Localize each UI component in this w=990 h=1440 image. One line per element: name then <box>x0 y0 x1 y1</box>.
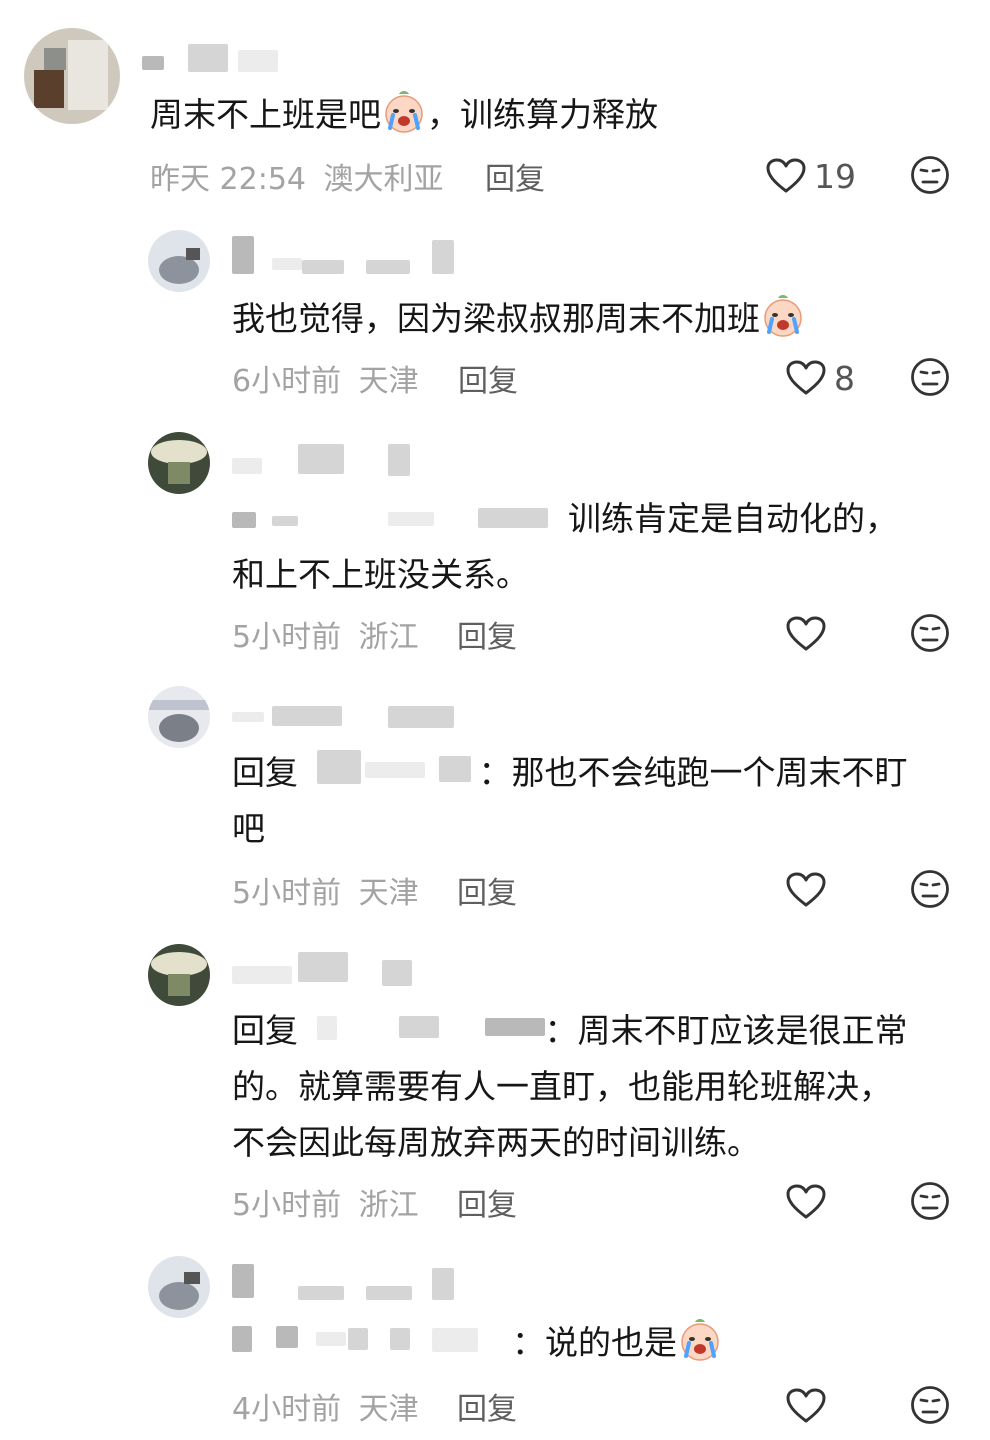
like-button[interactable] <box>786 614 826 654</box>
comment-text: ：说的也是 <box>232 1314 723 1371</box>
heart-outline-icon <box>786 360 826 396</box>
comment-text-line: 不会因此每周放弃两天的时间训练。 <box>232 1123 760 1162</box>
like-count: 19 <box>814 156 856 196</box>
timestamp: 昨天 22:54 <box>150 162 306 197</box>
neutral-face-icon[interactable] <box>910 869 950 909</box>
mention-redacted[interactable] <box>232 498 568 538</box>
reply-item: 回复 ：周末不盯应该是很正常 的。就算需要有人一直盯，也能用轮班解决， 不会因此… <box>0 944 990 1244</box>
reply-button[interactable]: 回复 <box>457 1180 517 1224</box>
reply-item: ：说的也是 4小时前 天津 回复 <box>0 1256 990 1436</box>
reply-button[interactable]: 回复 <box>457 1384 517 1428</box>
username-redacted[interactable] <box>142 40 322 80</box>
reply-item: 训练肯定是自动化的， 和上不上班没关系。 5小时前 浙江 回复 <box>0 432 990 672</box>
like-count: 8 <box>834 358 855 398</box>
reply-item: 我也觉得，因为梁叔叔那周末不加班 6小时前 天津 回复 8 <box>0 230 990 420</box>
username-redacted[interactable] <box>232 948 432 988</box>
comment-text: 周末不上班是吧 ，训练算力释放 <box>150 86 658 143</box>
comment-meta: 6小时前 天津 <box>232 356 419 400</box>
heart-outline-icon <box>786 1184 826 1220</box>
username-redacted[interactable] <box>232 236 492 276</box>
comment-text: 回复 ：那也不会纯跑一个周末不盯 <box>232 744 908 801</box>
neutral-face-icon[interactable] <box>910 1385 950 1425</box>
timestamp: 6小时前 <box>232 364 342 399</box>
comment-text: 回复 ：周末不盯应该是很正常 <box>232 1010 908 1050</box>
comment-item: 周末不上班是吧 ，训练算力释放 昨天 22:54 澳大利亚 回复 19 <box>0 28 990 228</box>
heart-outline-icon <box>786 616 826 652</box>
reply-prefix: 回复 <box>232 753 298 792</box>
avatar[interactable] <box>148 1256 210 1318</box>
location: 浙江 <box>358 1188 419 1223</box>
timestamp: 4小时前 <box>232 1392 342 1427</box>
crying-face-emoji <box>381 88 427 134</box>
reply-button[interactable]: 回复 <box>485 154 545 198</box>
location: 天津 <box>358 364 419 399</box>
comment-text: 我也觉得，因为梁叔叔那周末不加班 <box>232 290 806 347</box>
mention-redacted[interactable] <box>309 1010 545 1050</box>
avatar[interactable] <box>148 686 210 748</box>
neutral-face-icon[interactable] <box>910 613 950 653</box>
timestamp: 5小时前 <box>232 876 342 911</box>
username-redacted[interactable] <box>232 700 492 740</box>
comment-meta: 5小时前 浙江 <box>232 612 419 656</box>
mention-redacted[interactable] <box>309 750 479 792</box>
crying-face-emoji <box>677 1316 723 1362</box>
heart-outline-icon <box>786 872 826 908</box>
like-button[interactable]: 8 <box>786 358 855 398</box>
reply-button[interactable]: 回复 <box>458 356 518 400</box>
location: 澳大利亚 <box>323 162 444 197</box>
reply-item: 回复 ：那也不会纯跑一个周末不盯 吧 5小时前 天津 回复 <box>0 686 990 926</box>
avatar[interactable] <box>24 28 120 124</box>
mention-redacted[interactable] <box>232 1322 512 1362</box>
reply-prefix: 回复 <box>232 1011 298 1050</box>
like-button[interactable] <box>786 870 826 910</box>
comment-meta: 5小时前 浙江 <box>232 1180 419 1224</box>
username-redacted[interactable] <box>232 1264 492 1304</box>
heart-outline-icon <box>786 1388 826 1424</box>
neutral-face-icon[interactable] <box>910 1181 950 1221</box>
location: 天津 <box>358 1392 419 1427</box>
comment-meta: 4小时前 天津 <box>232 1384 419 1428</box>
comment-text-line: 和上不上班没关系。 <box>232 555 529 594</box>
like-button[interactable] <box>786 1386 826 1426</box>
like-button[interactable] <box>786 1182 826 1222</box>
comment-text: 训练肯定是自动化的， <box>232 490 898 547</box>
avatar[interactable] <box>148 944 210 1006</box>
reply-button[interactable]: 回复 <box>457 868 517 912</box>
timestamp: 5小时前 <box>232 620 342 655</box>
reply-button[interactable]: 回复 <box>457 612 517 656</box>
avatar[interactable] <box>148 432 210 494</box>
timestamp: 5小时前 <box>232 1188 342 1223</box>
location: 浙江 <box>358 620 419 655</box>
comment-text-line: 吧 <box>232 809 265 848</box>
username-redacted[interactable] <box>232 440 432 480</box>
neutral-face-icon[interactable] <box>910 357 950 397</box>
comment-meta: 5小时前 天津 <box>232 868 419 912</box>
neutral-face-icon[interactable] <box>910 155 950 195</box>
heart-outline-icon <box>766 158 806 194</box>
comment-text-line: 的。就算需要有人一直盯，也能用轮班解决， <box>232 1067 892 1106</box>
like-button[interactable]: 19 <box>766 156 856 196</box>
avatar[interactable] <box>148 230 210 292</box>
crying-face-emoji <box>760 292 806 338</box>
comment-meta: 昨天 22:54 澳大利亚 <box>150 154 444 198</box>
location: 天津 <box>358 876 419 911</box>
